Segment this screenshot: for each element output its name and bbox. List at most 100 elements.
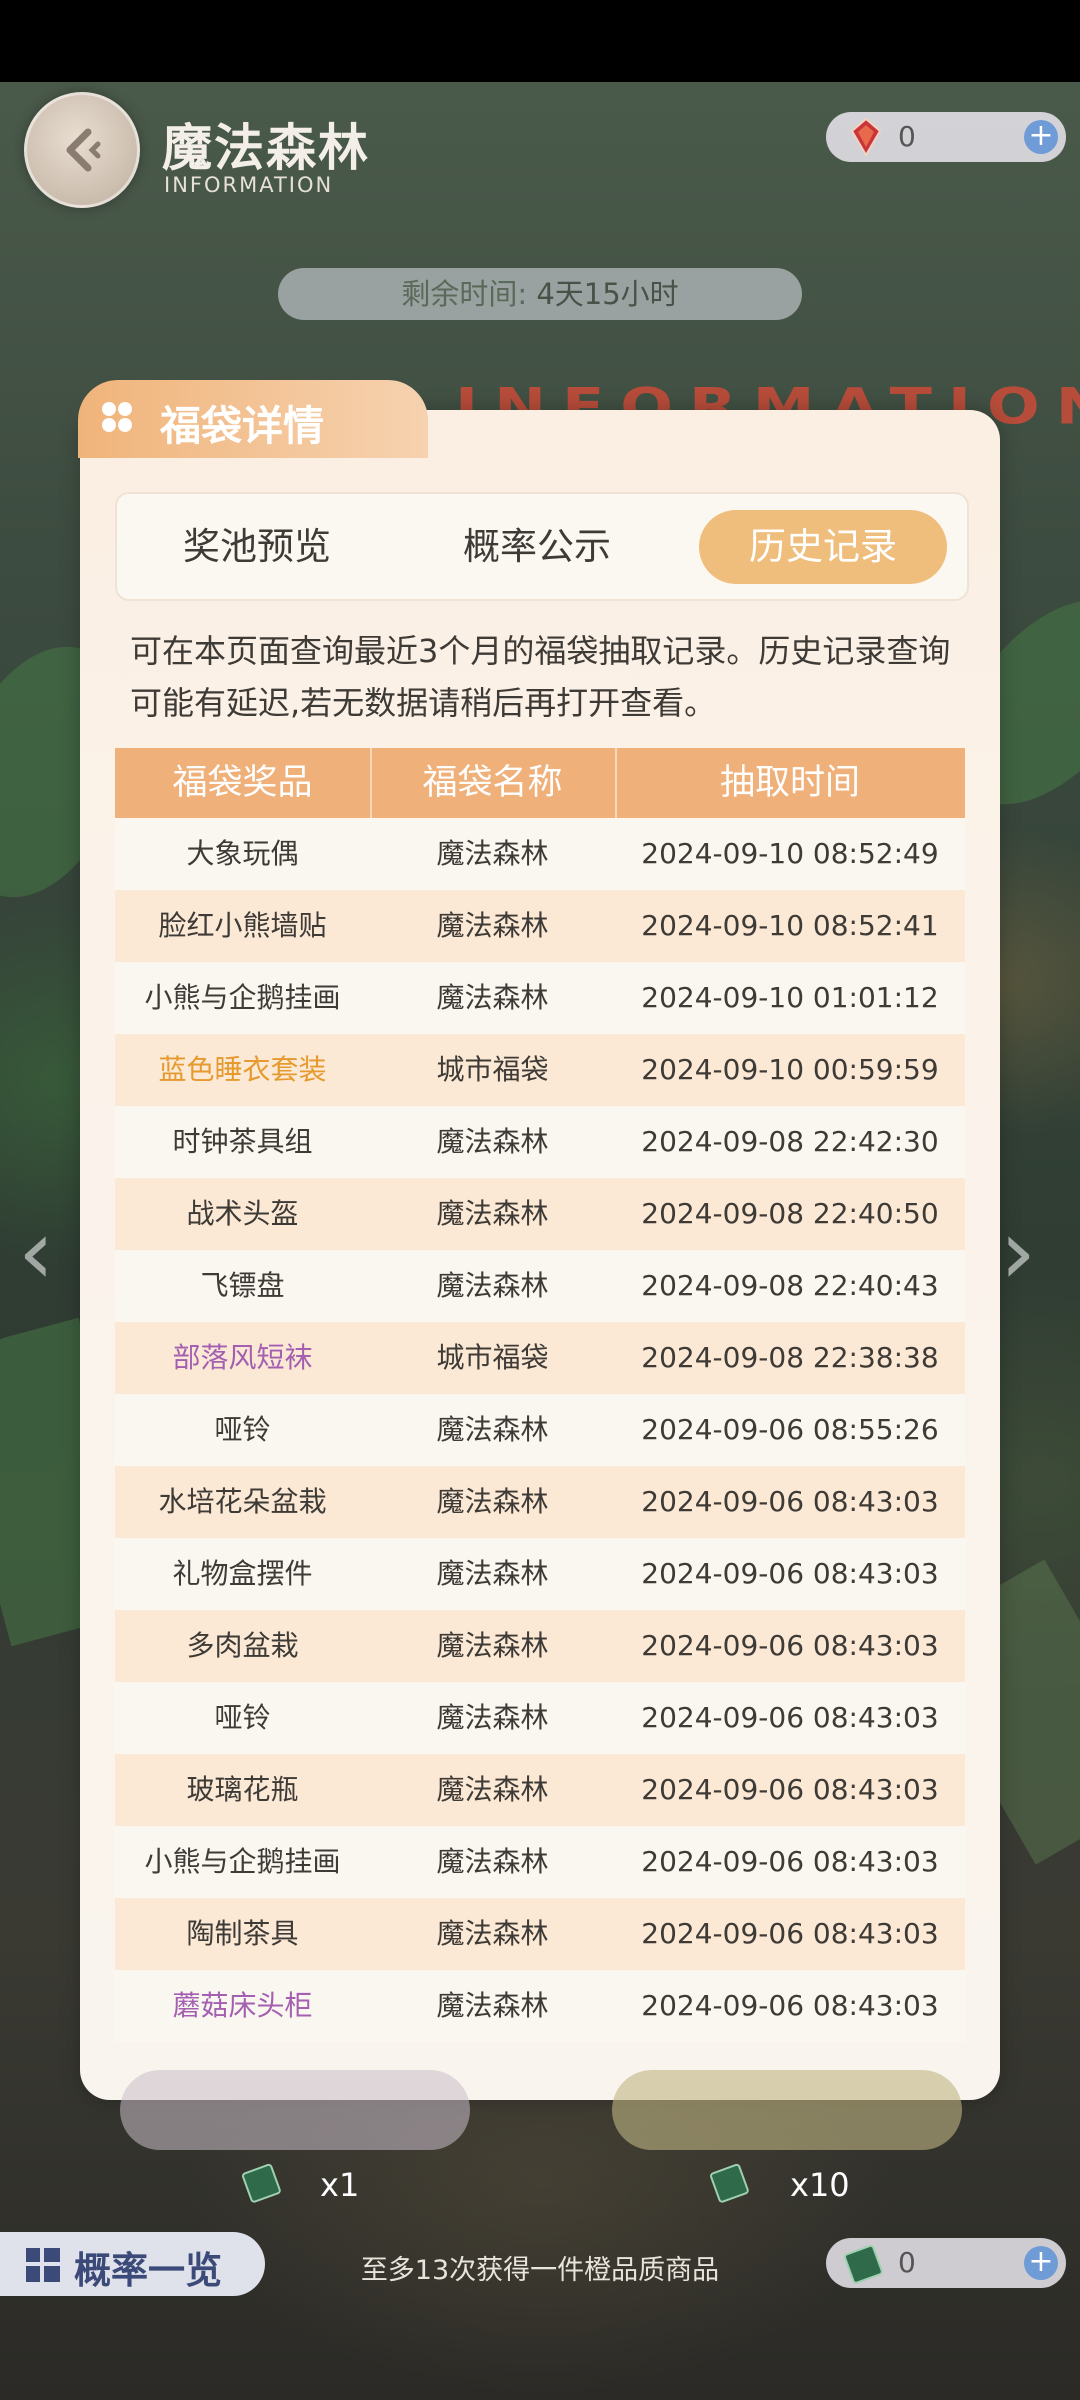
table-header: 福袋奖品 福袋名称 抽取时间: [115, 748, 965, 818]
tab-bar: 奖池预览 概率公示 历史记录: [115, 492, 969, 601]
draw-time-cell: 2024-09-06 08:43:03: [641, 1701, 939, 1734]
table-row: 多肉盆栽 魔法森林 2024-09-06 08:43:03: [115, 1610, 965, 1682]
bag-name-cell: 魔法森林: [436, 1485, 549, 1518]
table-row: 水培花朵盆栽 魔法森林 2024-09-06 08:43:03: [115, 1466, 965, 1538]
prize-cell: 多肉盆栽: [186, 1629, 299, 1662]
prize-cell: 飞镖盘: [200, 1269, 285, 1302]
table-row: 礼物盒摆件 魔法森林 2024-09-06 08:43:03: [115, 1538, 965, 1610]
timer-label: 剩余时间:: [401, 277, 528, 311]
ticket-icon: [710, 2163, 749, 2203]
table-row: 哑铃 魔法森林 2024-09-06 08:43:03: [115, 1682, 965, 1754]
tab-history[interactable]: 历史记录: [699, 510, 947, 584]
crystal-icon: [850, 117, 882, 157]
tab-prize-pool-preview[interactable]: 奖池预览: [137, 494, 377, 599]
grid-icon: [102, 402, 132, 432]
prize-cell: 哑铃: [214, 1413, 271, 1446]
rate-overview-button[interactable]: 概率一览: [0, 2232, 265, 2296]
prize-cell: 小熊与企鹅挂画: [144, 1845, 341, 1878]
draw-time-cell: 2024-09-08 22:40:43: [641, 1269, 939, 1302]
prize-cell: 脸红小熊墙贴: [158, 909, 327, 942]
currency-value: 0: [898, 120, 916, 153]
table-row: 飞镖盘 魔法森林 2024-09-08 22:40:43: [115, 1250, 965, 1322]
bag-name-cell: 魔法森林: [436, 981, 549, 1014]
draw-time-cell: 2024-09-10 08:52:41: [641, 909, 939, 942]
bag-name-cell: 魔法森林: [436, 1557, 549, 1590]
table-row: 小熊与企鹅挂画 魔法森林 2024-09-06 08:43:03: [115, 1826, 965, 1898]
panel-title: 福袋详情: [160, 402, 324, 450]
table-row: 陶制茶具 魔法森林 2024-09-06 08:43:03: [115, 1898, 965, 1970]
previous-arrow-icon[interactable]: ‹: [18, 1200, 54, 1305]
back-button[interactable]: [24, 92, 140, 208]
prize-cell: 时钟茶具组: [172, 1125, 313, 1158]
page-subtitle: INFORMATION: [164, 173, 334, 197]
list-icon: [26, 2248, 60, 2282]
prize-cell: 蓝色睡衣套装: [158, 1053, 327, 1086]
table-row: 部落风短袜 城市福袋 2024-09-08 22:38:38: [115, 1322, 965, 1394]
prize-cell: 部落风短袜: [172, 1341, 313, 1374]
next-arrow-icon[interactable]: ›: [1000, 1200, 1036, 1305]
column-header-prize: 福袋奖品: [172, 763, 313, 803]
draw-time-cell: 2024-09-06 08:43:03: [641, 1629, 939, 1662]
draw-time-cell: 2024-09-06 08:43:03: [641, 1989, 939, 2022]
bag-name-cell: 魔法森林: [436, 1125, 549, 1158]
bag-name-cell: 魔法森林: [436, 909, 549, 942]
draw-time-cell: 2024-09-10 00:59:59: [641, 1053, 939, 1086]
prize-cell: 水培花朵盆栽: [158, 1485, 327, 1518]
ticket-value: 0: [898, 2246, 916, 2279]
open-ten-button[interactable]: [612, 2070, 962, 2150]
prize-cell: 小熊与企鹅挂画: [144, 981, 341, 1014]
prize-cell: 礼物盒摆件: [172, 1557, 313, 1590]
ticket-icon: [242, 2163, 281, 2203]
history-description: 可在本页面查询最近3个月的福袋抽取记录。历史记录查询可能有延迟,若无数据请稍后再…: [130, 632, 951, 722]
bag-name-cell: 魔法森林: [436, 1773, 549, 1806]
bag-name-cell: 魔法森林: [436, 1917, 549, 1950]
prize-cell: 大象玩偶: [186, 837, 299, 870]
table-row: 玻璃花瓶 魔法森林 2024-09-06 08:43:03: [115, 1754, 965, 1826]
table-row: 战术头盔 魔法森林 2024-09-08 22:40:50: [115, 1178, 965, 1250]
back-arrow-icon: [66, 128, 101, 172]
draw-time-cell: 2024-09-08 22:38:38: [641, 1341, 939, 1374]
bag-name-cell: 魔法森林: [436, 1989, 549, 2022]
bag-name-cell: 魔法森林: [436, 1413, 549, 1446]
table-row: 蓝色睡衣套装 城市福袋 2024-09-10 00:59:59: [115, 1034, 965, 1106]
guarantee-hint: 至多13次获得一件橙品质商品: [360, 2255, 720, 2286]
draw-time-cell: 2024-09-10 01:01:12: [641, 981, 939, 1014]
column-header-draw-time: 抽取时间: [719, 763, 860, 803]
add-currency-button[interactable]: +: [1024, 120, 1058, 154]
table-row: 蘑菇床头柜 魔法森林 2024-09-06 08:43:03: [115, 1970, 965, 2042]
ticket-balance: 0 +: [826, 2238, 1066, 2288]
page-title: 魔法森林: [162, 119, 370, 177]
draw-time-cell: 2024-09-10 08:52:49: [641, 837, 939, 870]
bag-name-cell: 城市福袋: [436, 1053, 549, 1086]
draw-time-cell: 2024-09-06 08:43:03: [641, 1557, 939, 1590]
bag-name-cell: 魔法森林: [436, 1845, 549, 1878]
panel-title-tab: 福袋详情: [78, 380, 428, 458]
draw-time-cell: 2024-09-06 08:43:03: [641, 1485, 939, 1518]
table-row: 时钟茶具组 魔法森林 2024-09-08 22:42:30: [115, 1106, 965, 1178]
bag-name-cell: 魔法森林: [436, 1197, 549, 1230]
currency-display: 0 +: [826, 112, 1066, 162]
remaining-time-bar: 剩余时间: 4天15小时: [278, 268, 802, 320]
bag-name-cell: 魔法森林: [436, 1701, 549, 1734]
open-once-cost: x1: [320, 2166, 360, 2204]
open-once-button[interactable]: [120, 2070, 470, 2150]
column-header-bag-name: 福袋名称: [422, 763, 563, 803]
open-ten-cost: x10: [790, 2166, 850, 2204]
prize-cell: 哑铃: [214, 1701, 271, 1734]
ticket-icon: [844, 2244, 883, 2284]
add-ticket-button[interactable]: +: [1024, 2246, 1058, 2280]
bag-name-cell: 魔法森林: [436, 1269, 549, 1302]
draw-time-cell: 2024-09-08 22:40:50: [641, 1197, 939, 1230]
draw-time-cell: 2024-09-06 08:43:03: [641, 1917, 939, 1950]
tab-probability[interactable]: 概率公示: [417, 494, 657, 599]
prize-cell: 蘑菇床头柜: [172, 1989, 313, 2022]
history-table[interactable]: 大象玩偶 魔法森林 2024-09-10 08:52:49 脸红小熊墙贴 魔法森林 202…: [115, 818, 965, 2042]
bag-name-cell: 城市福袋: [436, 1341, 549, 1374]
draw-time-cell: 2024-09-06 08:43:03: [641, 1773, 939, 1806]
prize-cell: 玻璃花瓶: [186, 1773, 299, 1806]
table-row: 哑铃 魔法森林 2024-09-06 08:55:26: [115, 1394, 965, 1466]
rate-overview-label: 概率一览: [74, 2249, 222, 2292]
timer-value: 4天15小时: [536, 277, 679, 311]
bag-name-cell: 魔法森林: [436, 837, 549, 870]
status-bar: [0, 0, 1080, 82]
